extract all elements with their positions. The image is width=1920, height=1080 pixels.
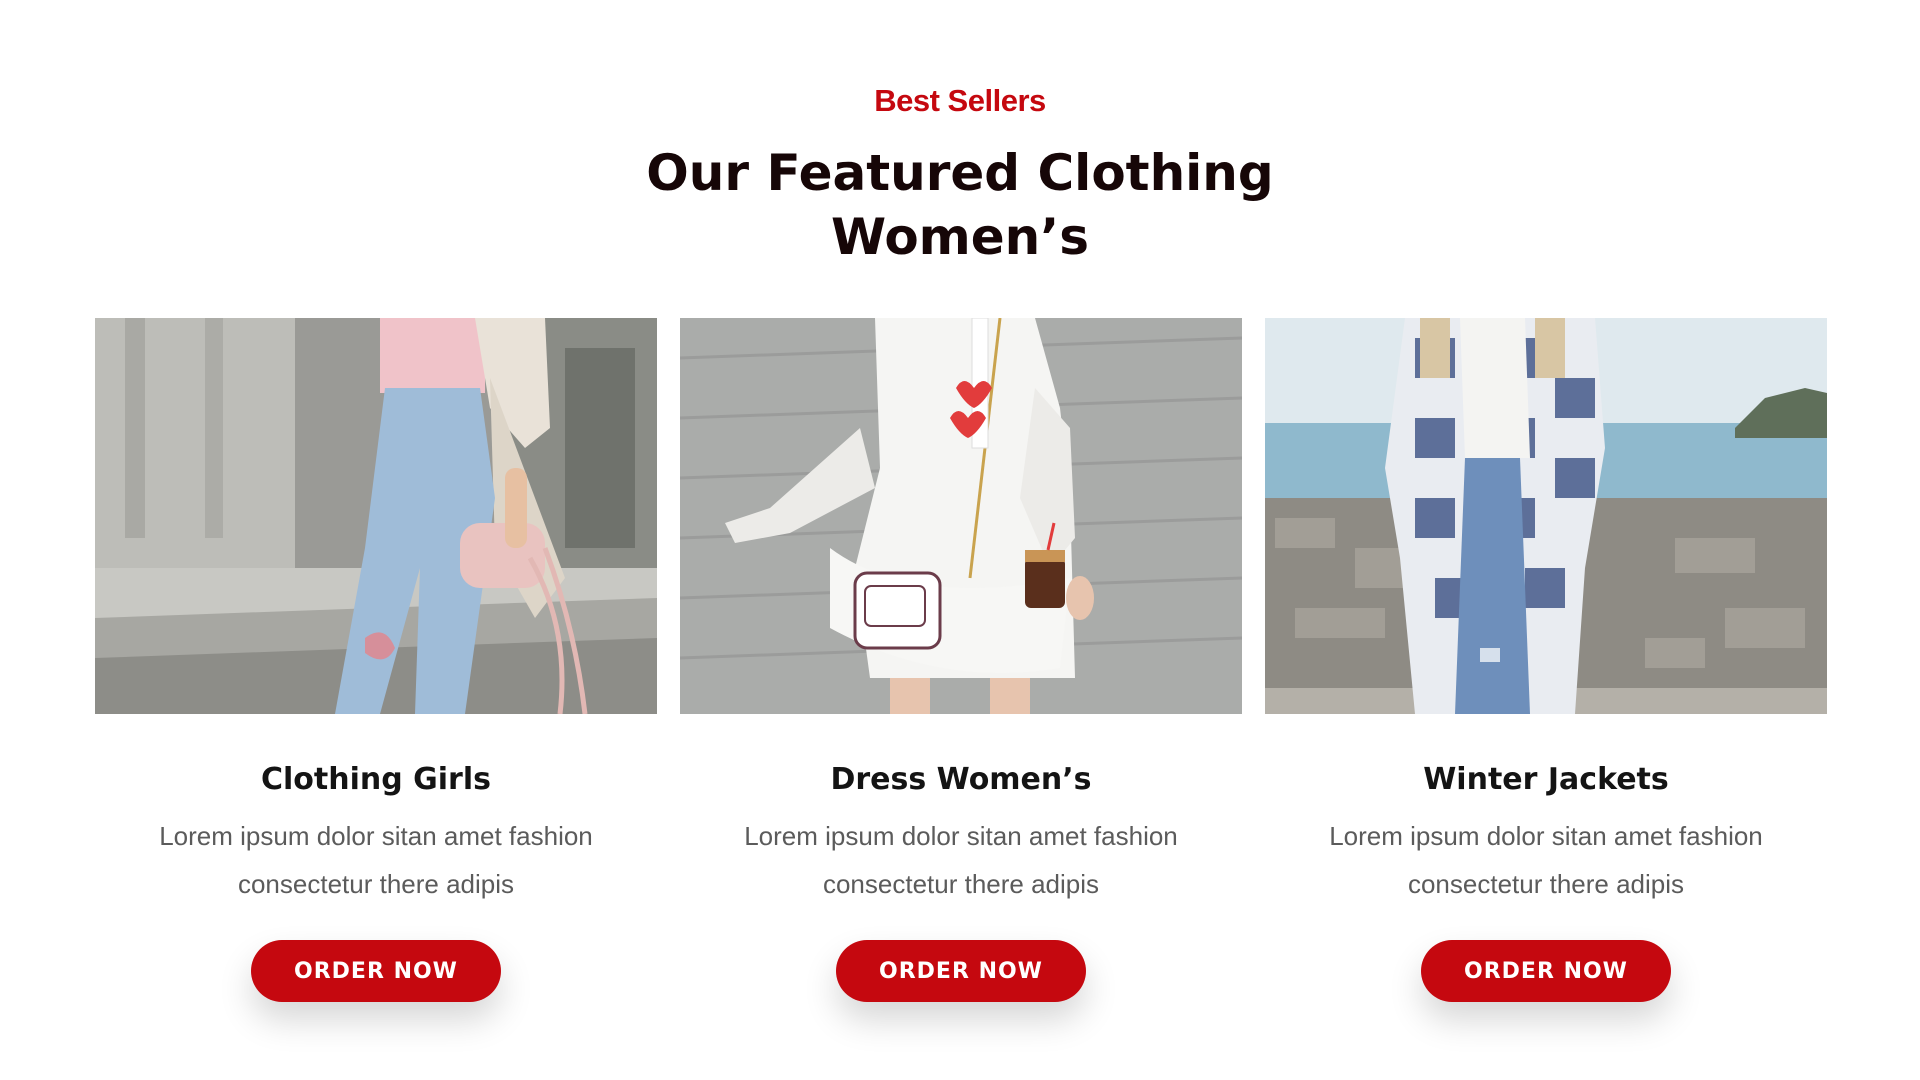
order-now-button[interactable]: ORDER NOW bbox=[1421, 940, 1671, 1002]
product-card-winter-jackets: Winter Jackets Lorem ipsum dolor sitan a… bbox=[1265, 318, 1827, 1002]
product-card-clothing-girls: Clothing Girls Lorem ipsum dolor sitan a… bbox=[95, 318, 657, 1002]
product-description: Lorem ipsum dolor sitan amet fashion con… bbox=[159, 821, 593, 899]
product-image-dress-womens[interactable] bbox=[680, 318, 1242, 714]
order-now-button[interactable]: ORDER NOW bbox=[836, 940, 1086, 1002]
product-title: Dress Women’s bbox=[830, 762, 1092, 797]
product-image-clothing-girls[interactable] bbox=[95, 318, 657, 714]
section-title: Our Featured Clothing Women’s bbox=[0, 141, 1920, 269]
section-eyebrow: Best Sellers bbox=[874, 83, 1046, 118]
product-card-dress-womens: Dress Women’s Lorem ipsum dolor sitan am… bbox=[680, 318, 1242, 1002]
section-title-line-2: Women’s bbox=[830, 208, 1090, 266]
product-image-winter-jackets[interactable] bbox=[1265, 318, 1827, 714]
featured-clothing-section: Best Sellers Our Featured Clothing Women… bbox=[0, 0, 1920, 1080]
product-title: Winter Jackets bbox=[1423, 762, 1669, 797]
order-now-button[interactable]: ORDER NOW bbox=[251, 940, 501, 1002]
product-description: Lorem ipsum dolor sitan amet fashion con… bbox=[744, 821, 1178, 899]
product-title: Clothing Girls bbox=[260, 762, 491, 797]
section-title-line-1: Our Featured Clothing bbox=[646, 144, 1274, 202]
product-description: Lorem ipsum dolor sitan amet fashion con… bbox=[1329, 821, 1763, 899]
